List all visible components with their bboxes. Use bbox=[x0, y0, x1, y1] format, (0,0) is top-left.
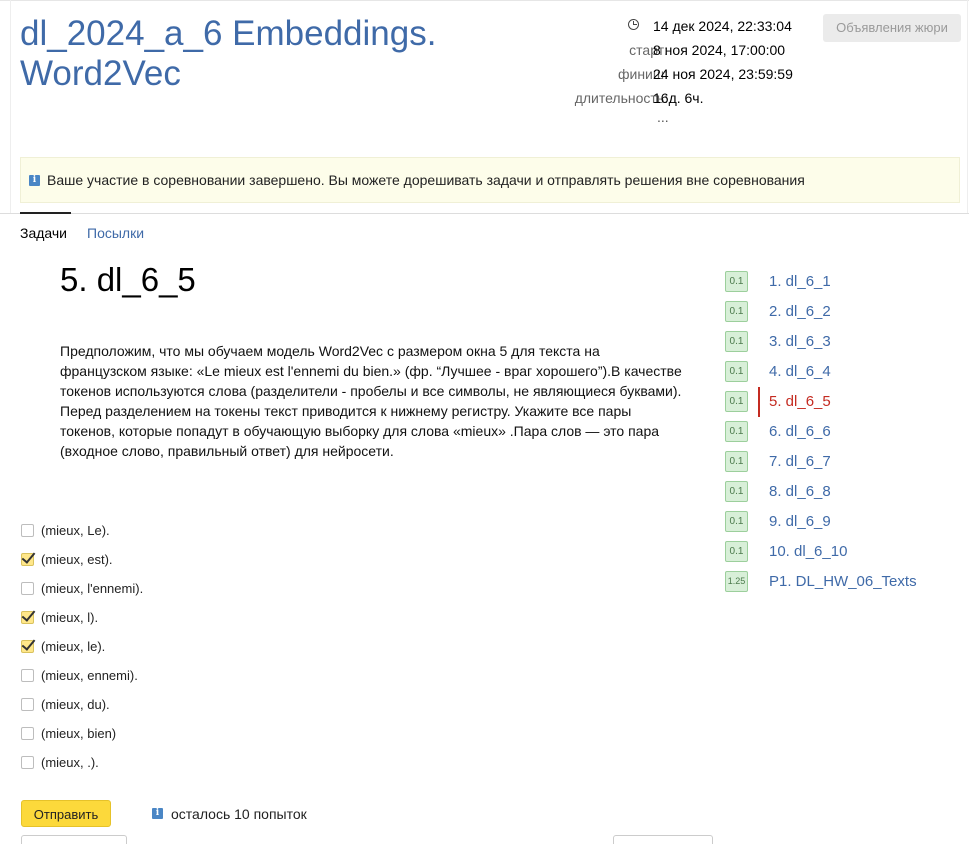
active-problem-marker bbox=[758, 387, 760, 417]
problem-link[interactable]: 7. dl_6_7 bbox=[769, 451, 831, 472]
checkbox[interactable] bbox=[21, 582, 34, 595]
problem-statement: Предположим, что мы обучаем модель Word2… bbox=[60, 343, 682, 459]
problem-link[interactable]: 9. dl_6_9 bbox=[769, 511, 831, 532]
problem-link[interactable]: 8. dl_6_8 bbox=[769, 481, 831, 502]
problem-link[interactable]: P1. DL_HW_06_Texts bbox=[769, 571, 917, 592]
current-time: 14 дек 2024, 22:33:04 bbox=[653, 18, 792, 34]
right-border bbox=[967, 0, 968, 213]
problem-link[interactable]: 3. dl_6_3 bbox=[769, 331, 831, 352]
tabs-divider bbox=[0, 213, 969, 214]
bottom-control-left[interactable] bbox=[21, 835, 127, 844]
score-badge: 0.1 bbox=[725, 361, 748, 382]
score-badge: 0.1 bbox=[725, 481, 748, 502]
duration-row: длительность: 16д. 6ч. bbox=[520, 88, 820, 108]
finish-row: финиш: 24 ноя 2024, 23:59:59 bbox=[520, 64, 820, 84]
answer-option-label: (mieux, ennemi). bbox=[41, 668, 138, 683]
duration-value: 16д. 6ч. bbox=[653, 90, 704, 106]
more-ellipsis[interactable]: ... bbox=[657, 109, 669, 125]
checkbox[interactable] bbox=[21, 727, 34, 740]
answer-option-label: (mieux, .). bbox=[41, 755, 99, 770]
jury-announcements-button[interactable]: Объявления жюри bbox=[823, 14, 961, 42]
problem-title: 5. dl_6_5 bbox=[60, 261, 196, 298]
submit-button[interactable]: Отправить bbox=[21, 800, 111, 827]
score-badge: 0.1 bbox=[725, 511, 748, 532]
answer-option-label: (mieux, le). bbox=[41, 639, 106, 654]
score-badge: 1.25 bbox=[725, 571, 748, 592]
checkbox-checked[interactable] bbox=[21, 640, 34, 653]
problem-link[interactable]: 10. dl_6_10 bbox=[769, 541, 847, 562]
contest-title: dl_2024_a_6 Embeddings. Word2Vec bbox=[20, 14, 437, 93]
clock-icon bbox=[628, 19, 639, 30]
finish-value: 24 ноя 2024, 23:59:59 bbox=[653, 66, 793, 82]
score-badge: 0.1 bbox=[725, 421, 748, 442]
checkbox-checked[interactable] bbox=[21, 611, 34, 624]
answer-option-label: (mieux, Le). bbox=[41, 523, 110, 538]
score-badge: 0.1 bbox=[725, 541, 748, 562]
checkbox[interactable] bbox=[21, 524, 34, 537]
participation-notice: i Ваше участие в соревновании завершено.… bbox=[20, 157, 960, 203]
answer-option-label: (mieux, du). bbox=[41, 697, 110, 712]
problem-link[interactable]: 2. dl_6_2 bbox=[769, 301, 831, 322]
score-badge: 0.1 bbox=[725, 391, 748, 412]
score-badge: 0.1 bbox=[725, 331, 748, 352]
bottom-control-right[interactable] bbox=[613, 835, 713, 844]
answer-option-label: (mieux, l'ennemi). bbox=[41, 581, 144, 596]
top-border bbox=[0, 0, 969, 1]
tab-problems[interactable]: Задачи bbox=[20, 223, 67, 243]
problem-link[interactable]: 4. dl_6_4 bbox=[769, 361, 831, 382]
start-value: 8 ноя 2024, 17:00:00 bbox=[653, 42, 786, 58]
checkbox[interactable] bbox=[21, 698, 34, 711]
answer-option-label: (mieux, bien) bbox=[41, 726, 117, 741]
problem-link[interactable]: 5. dl_6_5 bbox=[769, 391, 831, 412]
score-badge: 0.1 bbox=[725, 451, 748, 472]
active-tab-indicator bbox=[20, 212, 71, 214]
attempts-text: осталось 10 попыток bbox=[171, 806, 307, 822]
checkbox[interactable] bbox=[21, 756, 34, 769]
problem-link[interactable]: 1. dl_6_1 bbox=[769, 271, 831, 292]
problem-link[interactable]: 6. dl_6_6 bbox=[769, 421, 831, 442]
checkbox[interactable] bbox=[21, 669, 34, 682]
info-icon: i bbox=[29, 175, 40, 186]
score-badge: 0.1 bbox=[725, 301, 748, 322]
answer-option-label: (mieux, l). bbox=[41, 610, 99, 625]
answer-option-label: (mieux, est). bbox=[41, 552, 113, 567]
tab-submissions[interactable]: Посылки bbox=[87, 223, 144, 243]
left-border bbox=[10, 0, 11, 213]
start-row: старт: 8 ноя 2024, 17:00:00 bbox=[520, 40, 820, 60]
score-badge: 0.1 bbox=[725, 271, 748, 292]
notice-text: Ваше участие в соревновании завершено. В… bbox=[47, 172, 805, 188]
current-time-row: 14 дек 2024, 22:33:04 bbox=[520, 16, 820, 36]
checkbox-checked[interactable] bbox=[21, 553, 34, 566]
info-icon: i bbox=[152, 808, 163, 819]
